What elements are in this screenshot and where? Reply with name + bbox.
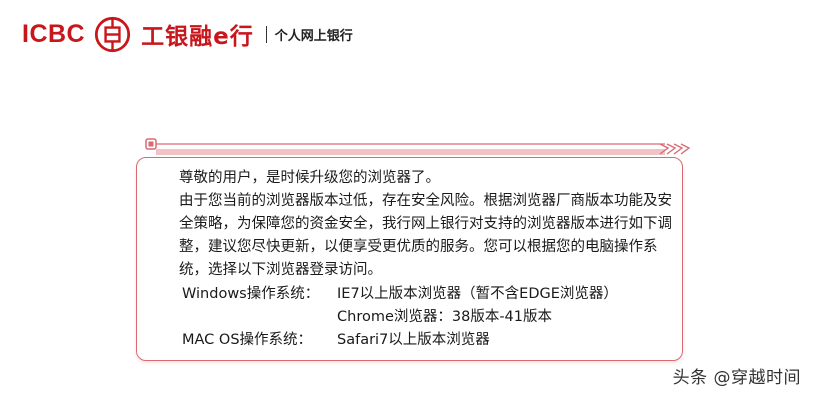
header-divider — [265, 25, 267, 43]
notice-greeting: 尊敬的用户，是时候升级您的浏览器了。 — [179, 170, 440, 186]
browser-requirement: Chrome浏览器：38版本-41版本 — [337, 309, 553, 325]
browser-upgrade-page: ICBC 工银融e行 个人网上银行 尊敬的用户，是时候升级您的浏览器了。 由于您… — [0, 0, 813, 397]
upgrade-notice-box: 尊敬的用户，是时候升级您的浏览器了。 由于您当前的浏览器版本过低，存在安全风险。… — [136, 157, 683, 361]
os-label: MAC OS操作系统： — [182, 332, 313, 348]
icbc-logo-icon — [95, 16, 131, 52]
notice-body: 由于您当前的浏览器版本过低，存在安全风险。根据浏览器厂商版本功能及安全策略，为保… — [179, 193, 672, 278]
browser-row: MAC OS操作系统： Safari7以上版本浏览器 — [179, 329, 679, 352]
header-subtitle: 个人网上银行 — [274, 28, 353, 44]
browser-support-list: Windows操作系统： IE7以上版本浏览器（暂不含EDGE浏览器） Chro… — [179, 283, 679, 352]
brand-en: ICBC — [22, 19, 86, 48]
browser-requirement: IE7以上版本浏览器（暂不含EDGE浏览器） — [337, 286, 618, 302]
browser-row: Windows操作系统： IE7以上版本浏览器（暂不含EDGE浏览器） — [179, 283, 679, 306]
os-label: Windows操作系统： — [182, 286, 320, 302]
notice-content: 尊敬的用户，是时候升级您的浏览器了。 由于您当前的浏览器版本过低，存在安全风险。… — [179, 167, 679, 352]
browser-row: Chrome浏览器：38版本-41版本 — [179, 306, 679, 329]
brand-cn: 工银融e行 — [141, 24, 254, 50]
browser-requirement: Safari7以上版本浏览器 — [337, 332, 490, 348]
watermark-text: 头条 @穿越时间 — [672, 368, 801, 388]
site-header: ICBC 工银融e行 个人网上银行 — [22, 14, 353, 54]
